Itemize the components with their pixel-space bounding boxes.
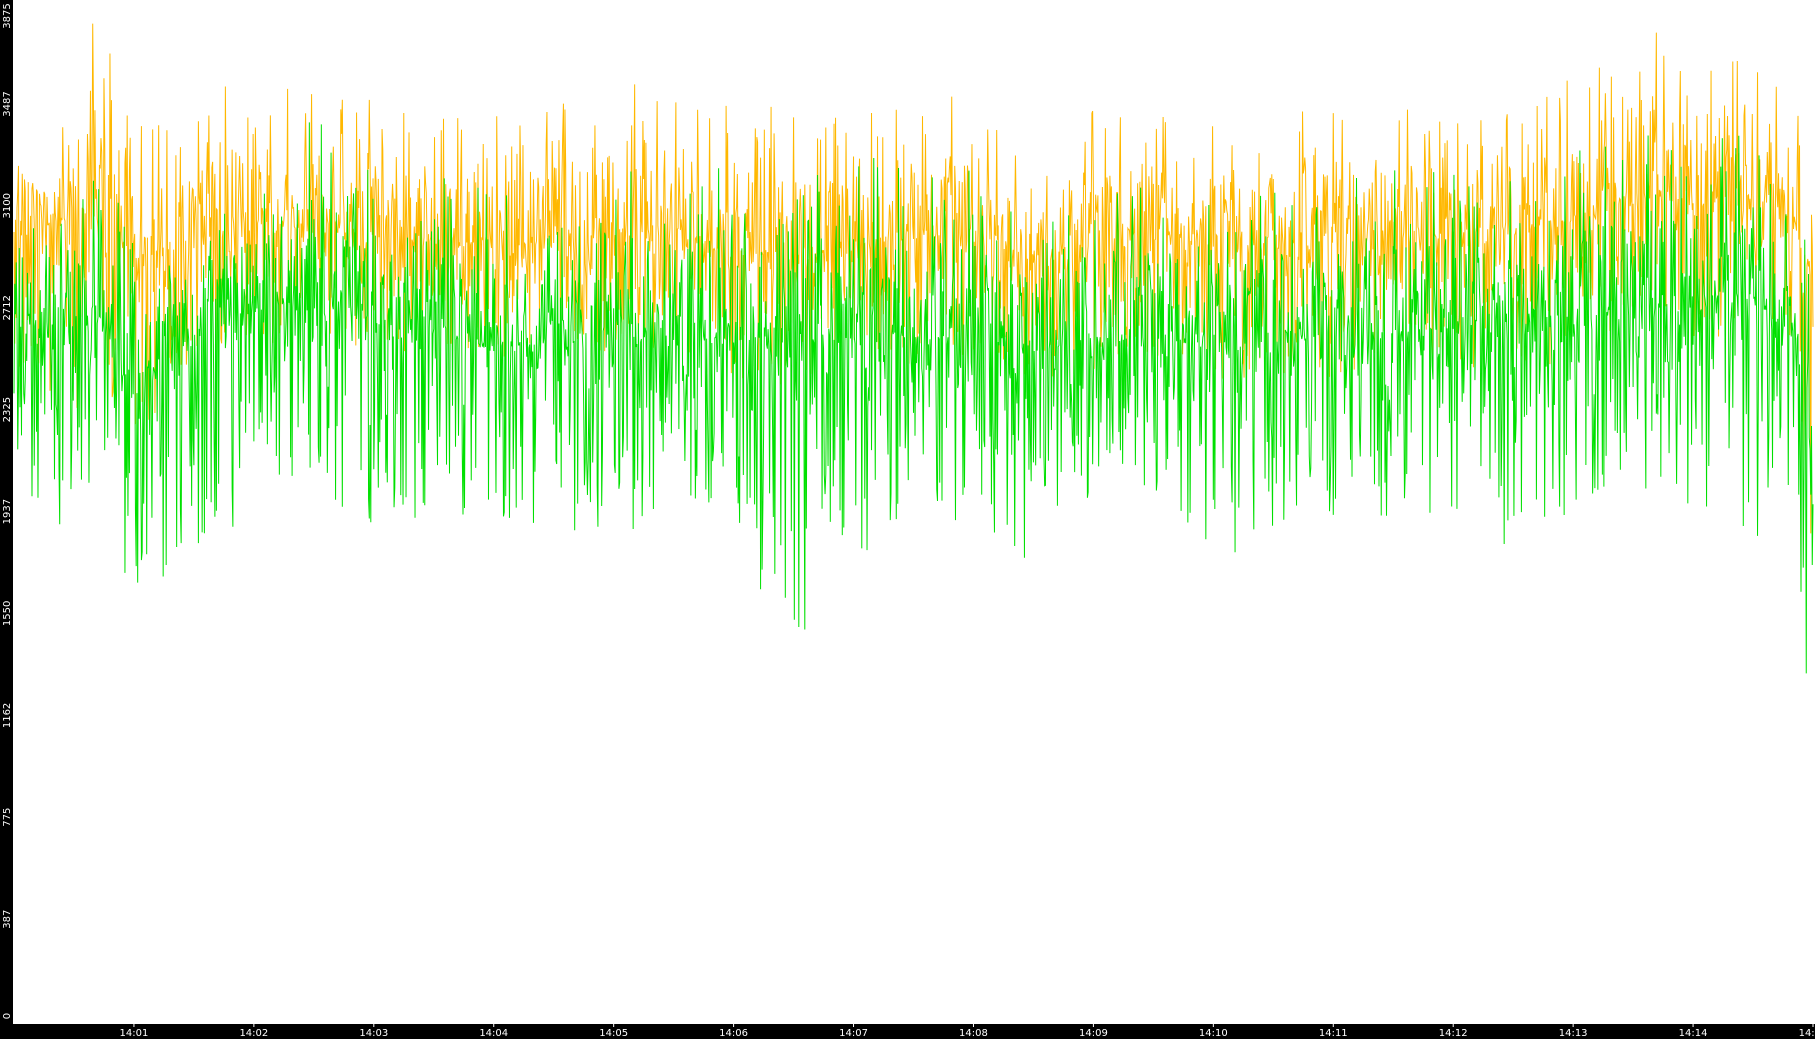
y-tick-label: 2325: [2, 397, 13, 422]
y-tick-label: 387: [2, 910, 13, 929]
y-tick-label: 1162: [2, 703, 13, 728]
x-tick-label: 14:12: [1439, 1028, 1468, 1039]
y-tick-label: 2712: [2, 295, 13, 320]
x-tick-label: 14:11: [1319, 1028, 1348, 1039]
x-tick-label: 14:15: [1799, 1028, 1815, 1039]
x-tick-label: 14:10: [1199, 1028, 1228, 1039]
x-tick-label: 14:08: [959, 1028, 988, 1039]
y-tick-label: 3487: [2, 91, 13, 116]
y-tick-label: 0: [2, 1013, 13, 1019]
chart-background: [0, 0, 1815, 1039]
x-tick-label: 14:01: [120, 1028, 149, 1039]
x-tick-label: 14:05: [599, 1028, 628, 1039]
x-tick-label: 14:03: [359, 1028, 388, 1039]
x-axis-bar: [0, 1024, 1815, 1039]
line-chart: 038777511621550193723252712310034873875 …: [0, 0, 1815, 1039]
x-tick-label: 14:07: [839, 1028, 868, 1039]
y-tick-label: 775: [2, 808, 13, 827]
y-tick-label: 1550: [2, 601, 13, 626]
x-tick-label: 14:09: [1079, 1028, 1108, 1039]
x-tick-label: 14:04: [479, 1028, 508, 1039]
chart-container: 0 387 775 1162 1550 1937 2325 2712 3100 3487 3875 …: [0, 0, 1815, 1039]
x-tick-label: 14:13: [1559, 1028, 1588, 1039]
x-tick-label: 14:02: [239, 1028, 268, 1039]
x-tick-label: 14:14: [1679, 1028, 1708, 1039]
y-tick-label: 1937: [2, 499, 13, 524]
y-tick-label: 3875: [2, 3, 13, 28]
x-tick-label: 14:06: [719, 1028, 748, 1039]
y-tick-label: 3100: [2, 193, 13, 218]
